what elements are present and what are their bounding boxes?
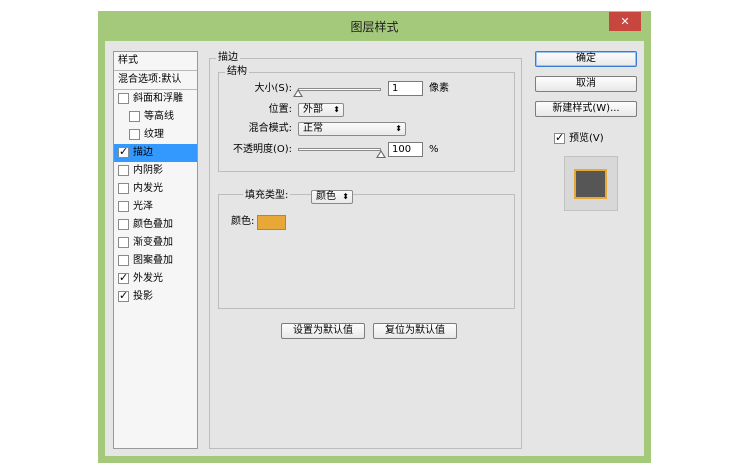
style-item-label: 投影 — [133, 291, 153, 302]
layer-style-dialog: 图层样式 ✕ 样式 混合选项:默认 斜面和浮雕 等高线 纹理 ✓ 描边 内阴影 内发光 光泽颜… — [98, 11, 651, 463]
opacity-label: 不透明度(O): — [232, 144, 292, 155]
style-item-checkbox[interactable] — [118, 237, 129, 248]
size-unit: 像素 — [429, 83, 449, 94]
style-item-label: 外发光 — [133, 273, 163, 284]
style-item[interactable]: 颜色叠加 — [114, 216, 197, 234]
fill-type-select[interactable]: 颜色 ⬍ — [311, 190, 353, 204]
style-item[interactable]: 渐变叠加 — [114, 234, 197, 252]
cancel-button[interactable]: 取消 — [535, 76, 637, 92]
select-arrow-icon: ⬍ — [395, 124, 402, 133]
opacity-slider-thumb[interactable] — [376, 150, 386, 158]
preview-label: 预览(V) — [569, 133, 604, 144]
style-item[interactable]: 纹理 — [114, 126, 197, 144]
reset-default-button[interactable]: 复位为默认值 — [373, 323, 457, 339]
style-item[interactable]: ✓ 投影 — [114, 288, 197, 306]
style-item-checkbox[interactable] — [118, 183, 129, 194]
style-item-label: 纹理 — [144, 129, 164, 140]
size-slider-thumb[interactable] — [293, 89, 303, 97]
select-arrow-icon: ⬍ — [333, 105, 340, 114]
color-swatch[interactable] — [257, 215, 286, 230]
styles-header[interactable]: 样式 — [114, 52, 197, 71]
title-bar[interactable]: 图层样式 ✕ — [98, 11, 651, 41]
fill-type-label: 填充类型: — [243, 189, 291, 203]
structure-group-title: 结构 — [225, 66, 249, 78]
blending-options-item[interactable]: 混合选项:默认 — [114, 71, 197, 90]
dialog-title: 图层样式 — [350, 20, 399, 34]
style-item[interactable]: 内阴影 — [114, 162, 197, 180]
make-default-button[interactable]: 设置为默认值 — [281, 323, 365, 339]
style-item-label: 描边 — [133, 147, 153, 158]
blend-mode-label: 混合模式: — [248, 123, 292, 134]
style-item-checkbox[interactable]: ✓ — [118, 289, 129, 302]
check-icon: ✓ — [119, 145, 129, 158]
fill-type-value: 颜色 — [316, 191, 336, 202]
style-item-checkbox[interactable] — [129, 129, 140, 140]
check-icon: ✓ — [119, 271, 129, 284]
size-slider[interactable] — [298, 88, 381, 91]
color-label: 颜色: — [231, 216, 255, 227]
size-input[interactable]: 1 — [388, 81, 423, 96]
preview-checkbox[interactable]: ✓ — [554, 131, 565, 144]
select-arrow-icon: ⬍ — [342, 192, 349, 201]
style-item-label: 颜色叠加 — [133, 219, 173, 230]
fill-group: 填充类型: 颜色 ⬍ 颜色: — [218, 189, 515, 309]
style-item[interactable]: 光泽 — [114, 198, 197, 216]
style-item-label: 渐变叠加 — [133, 237, 173, 248]
style-item-checkbox[interactable] — [118, 255, 129, 266]
new-style-button[interactable]: 新建样式(W)... — [535, 101, 637, 117]
style-list: 样式 混合选项:默认 斜面和浮雕等高线纹理 ✓ 描边内阴影内发光光泽颜色叠加渐变叠加… — [113, 51, 198, 449]
position-value: 外部 — [303, 104, 323, 115]
style-item-checkbox[interactable]: ✓ — [118, 271, 129, 284]
style-item[interactable]: 等高线 — [114, 108, 197, 126]
check-icon: ✓ — [555, 131, 565, 144]
style-item[interactable]: 内发光 — [114, 180, 197, 198]
style-item-label: 图案叠加 — [133, 255, 173, 266]
style-item-label: 斜面和浮雕 — [133, 93, 183, 104]
style-item-checkbox[interactable] — [118, 93, 129, 104]
stroke-group: 描边 结构 大小(S): 1 像素 位置: 外部 ⬍ 混合模式: 正常 ⬍ 不透… — [209, 52, 522, 449]
style-item-checkbox[interactable] — [118, 219, 129, 230]
style-item-label: 内发光 — [133, 183, 163, 194]
style-item[interactable]: 图案叠加 — [114, 252, 197, 270]
style-item-label: 光泽 — [133, 201, 153, 212]
position-label: 位置: — [268, 104, 292, 115]
opacity-unit: % — [429, 144, 439, 155]
style-item-checkbox[interactable] — [118, 165, 129, 176]
style-item[interactable]: 斜面和浮雕 — [114, 90, 197, 108]
ok-button[interactable]: 确定 — [535, 51, 637, 67]
style-item-label: 等高线 — [144, 111, 174, 122]
preview-swatch — [574, 169, 607, 199]
stroke-group-title: 描边 — [216, 52, 240, 64]
check-icon: ✓ — [119, 289, 129, 302]
opacity-input[interactable]: 100 — [388, 142, 423, 157]
style-item[interactable]: ✓ 描边 — [114, 144, 197, 162]
structure-group: 结构 大小(S): 1 像素 位置: 外部 ⬍ 混合模式: 正常 ⬍ 不透明度(… — [218, 66, 515, 172]
close-button[interactable]: ✕ — [609, 12, 641, 31]
style-item-checkbox[interactable]: ✓ — [118, 145, 129, 158]
style-item-label: 内阴影 — [133, 165, 163, 176]
style-item[interactable]: ✓ 外发光 — [114, 270, 197, 288]
style-item-checkbox[interactable] — [129, 111, 140, 122]
position-select[interactable]: 外部 ⬍ — [298, 103, 344, 117]
blend-mode-select[interactable]: 正常 ⬍ — [298, 122, 406, 136]
blend-mode-value: 正常 — [303, 123, 323, 134]
dialog-body: 样式 混合选项:默认 斜面和浮雕等高线纹理 ✓ 描边内阴影内发光光泽颜色叠加渐变叠加… — [105, 41, 644, 456]
style-item-checkbox[interactable] — [118, 201, 129, 212]
size-label: 大小(S): — [254, 83, 292, 94]
preview-thumbnail — [564, 156, 618, 211]
opacity-slider[interactable] — [298, 148, 381, 151]
